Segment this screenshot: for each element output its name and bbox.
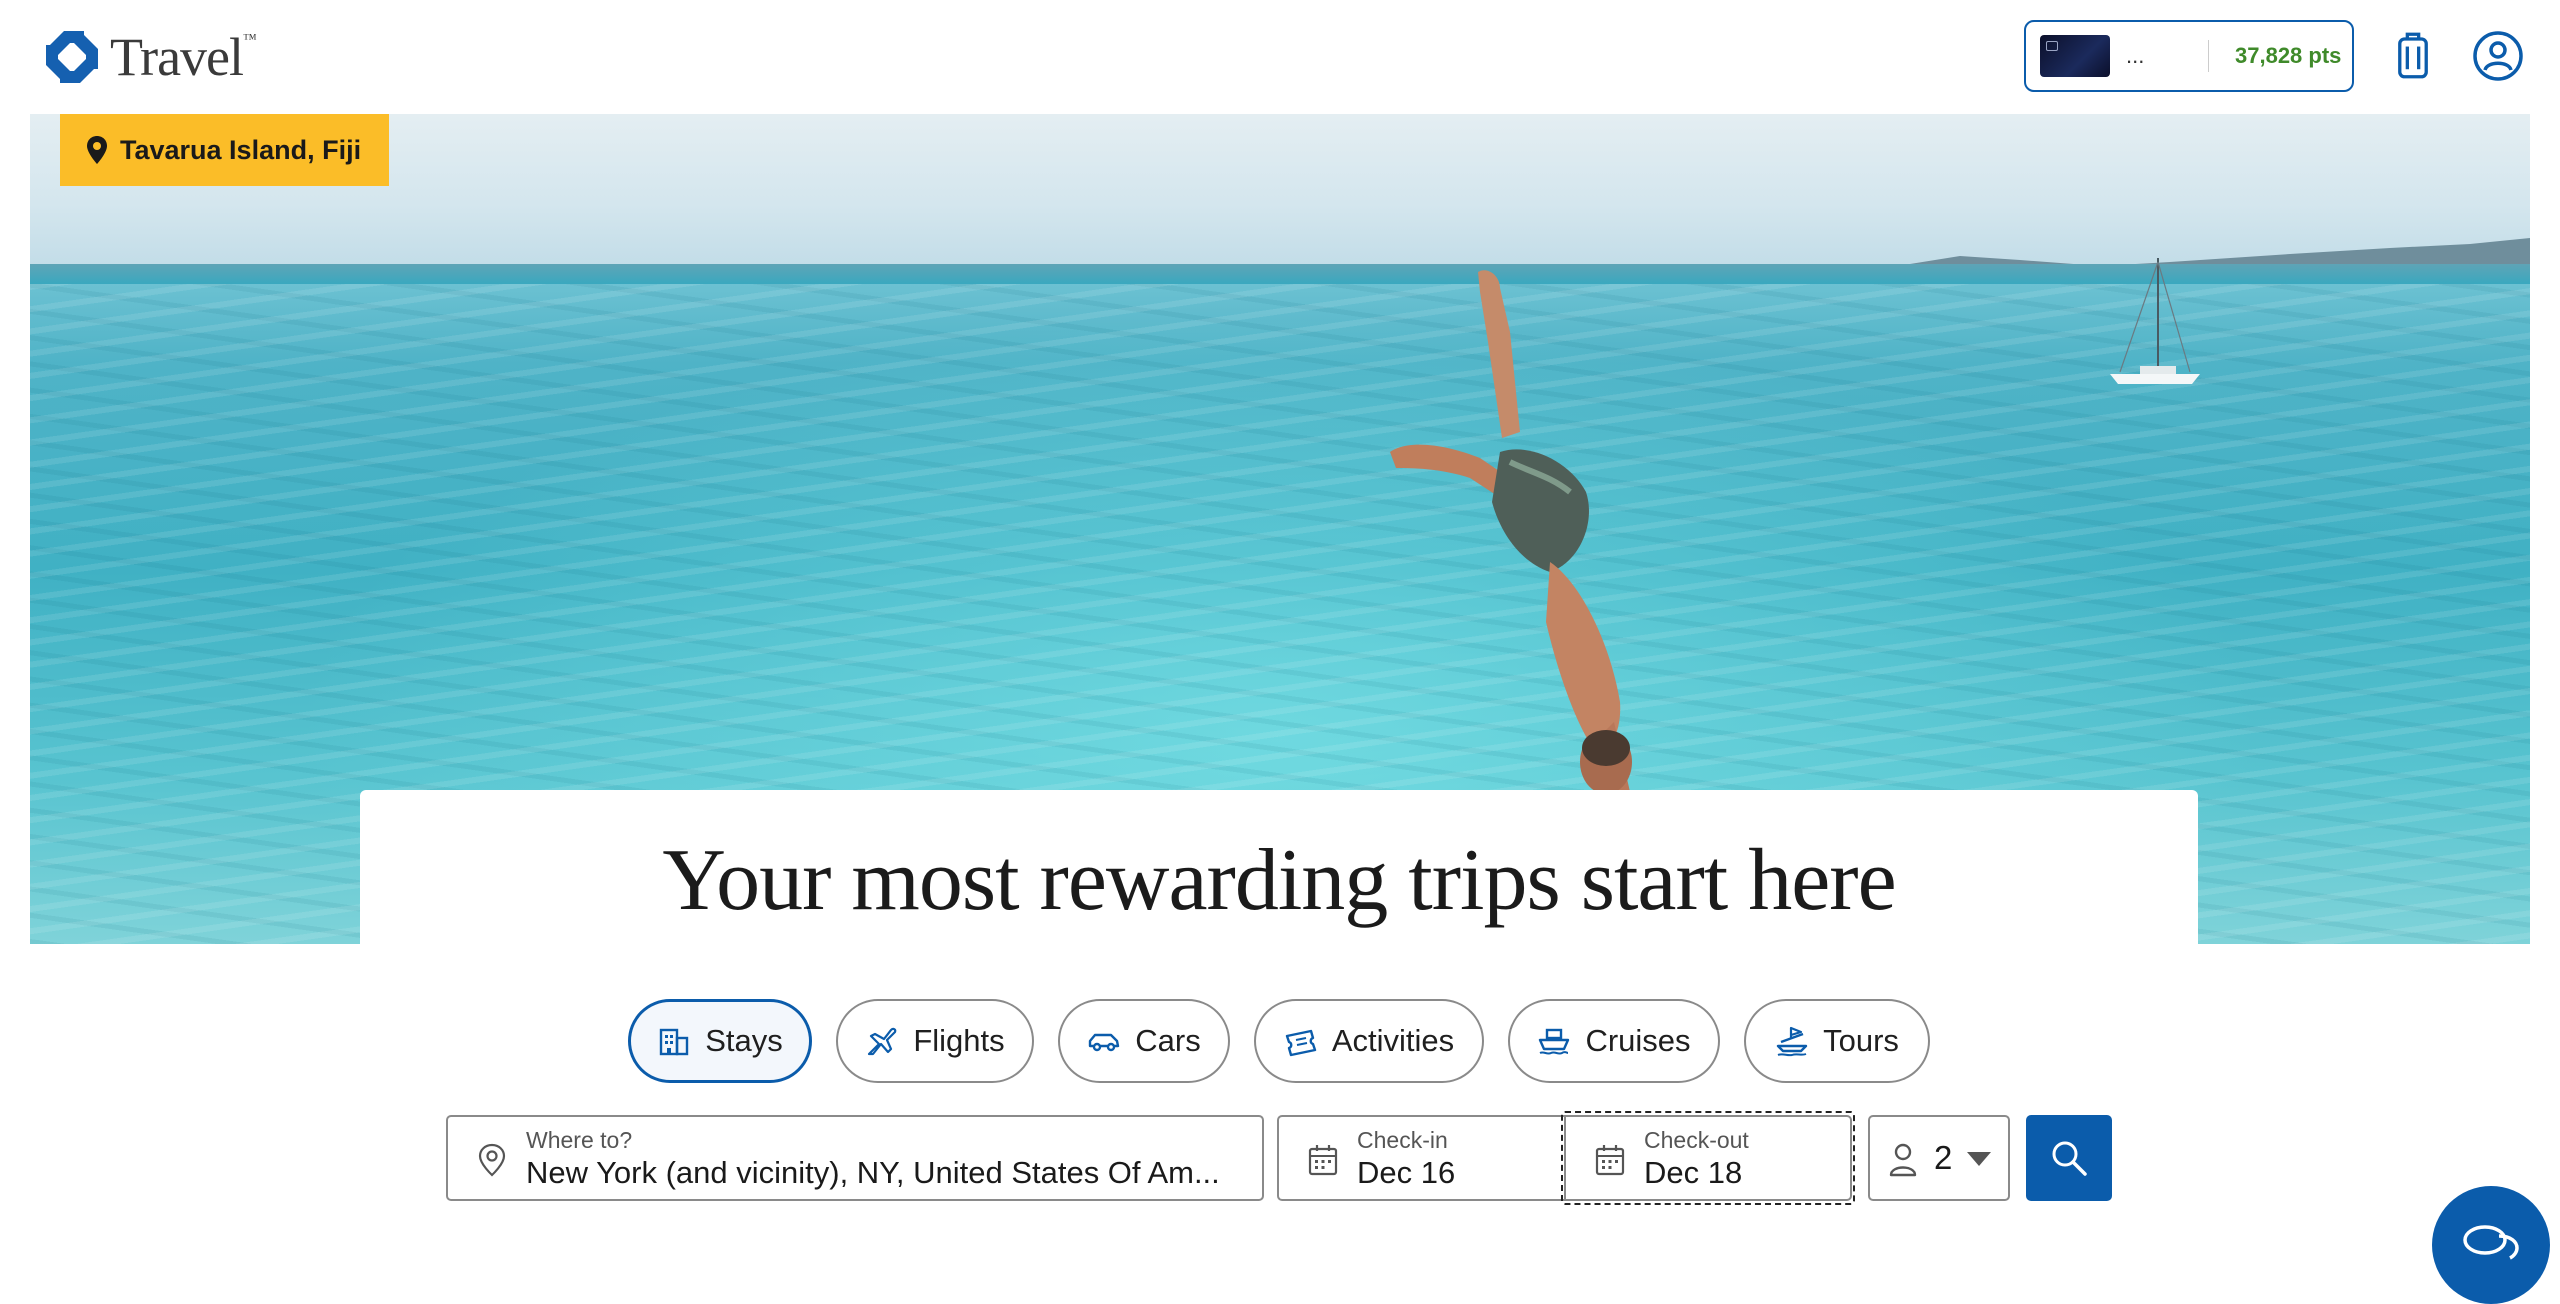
person-icon [1889,1143,1917,1177]
page-title: Your most rewarding trips start here [662,832,1896,929]
calendar-icon [1308,1145,1338,1176]
building-icon [660,1028,689,1056]
product-tabs: Stays Flights Cars Activities Cruises To… [0,999,2560,1087]
header: Travel™ ... 37,828 pts [0,0,2560,114]
diver [1390,270,1636,828]
map-pin-outline-icon [478,1143,506,1177]
destination-value: New York (and vicinity), NY, United Stat… [526,1155,1220,1190]
credit-card-thumbnail [2040,35,2110,77]
destination-field[interactable]: Where to? New York (and vicinity), NY, U… [446,1115,1264,1201]
checkout-value: Dec 18 [1644,1155,1743,1190]
tab-tours[interactable]: Tours [1744,999,1930,1083]
destination-label: Where to? [526,1127,633,1153]
card-name: ... [2126,43,2145,68]
luggage-icon [2398,32,2428,79]
travelers-selector[interactable]: 2 [1868,1115,2010,1201]
location-tag: Tavarua Island, Fiji [60,114,390,186]
logo-text: Travel™ [110,26,257,88]
tab-cruises[interactable]: Cruises [1508,999,1720,1083]
checkout-field[interactable]: Check-out Dec 18 [1564,1115,1852,1201]
tab-flights[interactable]: Flights [836,999,1034,1083]
tab-cars[interactable]: Cars [1058,999,1230,1083]
checkin-value: Dec 16 [1357,1155,1456,1190]
travelers-count: 2 [1934,1139,1953,1176]
points-balance: 37,828 pts [2235,43,2342,68]
tab-label: Tours [1823,1023,1899,1058]
car-icon [1089,1033,1120,1052]
plane-icon [868,1027,897,1056]
ship-icon [1539,1028,1570,1055]
checkin-label: Check-in [1357,1127,1448,1153]
tour-icon [1776,1026,1808,1057]
trademark-mark: ™ [243,32,257,47]
tab-label: Stays [705,1023,783,1058]
tab-label: Cars [1135,1023,1201,1058]
hero-title-card: Your most rewarding trips start here [360,790,2198,944]
sailboat [2110,258,2200,384]
tab-label: Flights [913,1023,1005,1058]
boat-bow [30,904,360,944]
travel-logo[interactable]: Travel™ [44,26,257,88]
logo-wordmark: Travel [110,27,244,87]
tab-label: Cruises [1585,1023,1691,1058]
rewards-account-selector[interactable]: ... 37,828 pts [2024,20,2354,92]
search-button[interactable] [2026,1115,2112,1201]
checkout-label: Check-out [1644,1127,1749,1153]
calendar-icon [1595,1145,1625,1176]
tab-activities[interactable]: Activities [1254,999,1484,1083]
octagon-logo-icon [46,31,98,83]
account-button[interactable] [2470,28,2526,84]
ticket-icon [1285,1029,1317,1057]
chat-bubbles-icon [2463,1225,2519,1260]
tab-stays[interactable]: Stays [628,999,812,1083]
divider [2208,40,2209,72]
tab-label: Activities [1331,1023,1455,1058]
trips-button[interactable] [2385,28,2441,84]
chat-button[interactable] [2432,1186,2550,1304]
checkin-field[interactable]: Check-in Dec 16 [1277,1115,1564,1201]
location-name: Tavarua Island, Fiji [120,134,362,165]
search-icon [2052,1141,2087,1176]
chevron-down-icon [1967,1152,1991,1166]
account-icon [2473,31,2523,81]
map-pin-icon [87,136,107,164]
